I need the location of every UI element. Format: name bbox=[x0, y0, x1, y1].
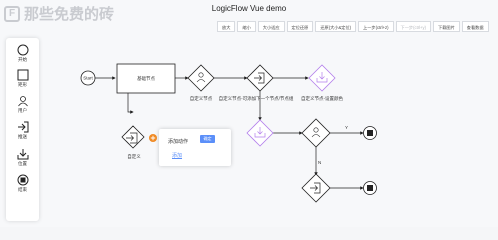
popup-add-link[interactable]: 添加 bbox=[172, 152, 182, 159]
custom-diamond-node[interactable] bbox=[121, 125, 145, 149]
edge-label-y: Y bbox=[345, 125, 348, 130]
download-node-label: 自定义节点-设置颜色 bbox=[301, 95, 343, 102]
rect-node-label: 基础节点 bbox=[137, 75, 155, 82]
edge-rect-custom[interactable] bbox=[127, 93, 134, 114]
flow-diagram: Y N Start 基础节点 自定义 自定义节点 自定义节点-可添加下一个节点/… bbox=[80, 63, 377, 203]
popup-confirm-button[interactable]: 确定 bbox=[200, 135, 215, 143]
custom-node-label: 自定义 bbox=[127, 153, 141, 160]
edge-label-n: N bbox=[318, 160, 321, 165]
push-node-label: 自定义节点-可添加下一个节点/节点组 bbox=[219, 95, 294, 102]
start-node-label: Start bbox=[83, 76, 93, 81]
user-diamond-node[interactable] bbox=[187, 64, 215, 92]
user-gateway-node[interactable] bbox=[301, 118, 331, 148]
add-action-popup: 添加动作 确定 添加 bbox=[159, 129, 231, 166]
user-node-label: 自定义节点 bbox=[190, 95, 213, 102]
popup-title: 添加动作 bbox=[168, 139, 189, 145]
